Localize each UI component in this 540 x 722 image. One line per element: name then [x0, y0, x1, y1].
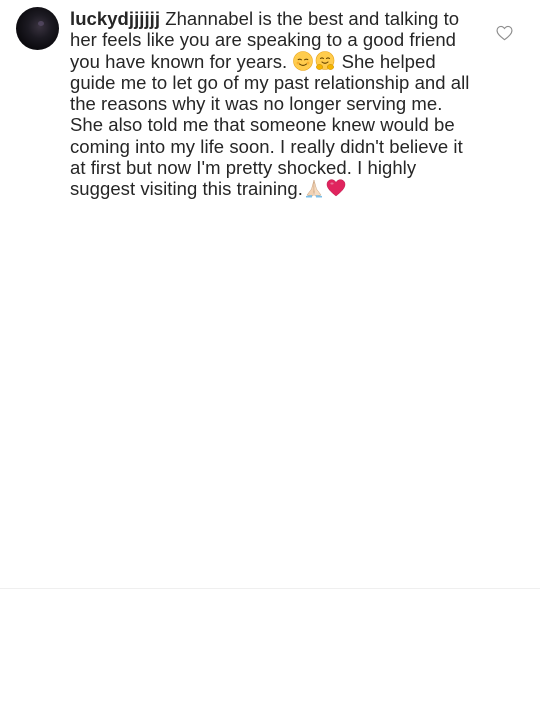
red-heart-emoji-icon: [326, 179, 346, 197]
avatar[interactable]: [16, 7, 59, 50]
hugging-face-emoji-icon: [316, 50, 335, 70]
empty-area: [0, 589, 540, 722]
comment-item: luckydjjjjjj Zhannabel is the best and t…: [0, 0, 540, 588]
comment-paragraph-2: She also told me that someone knew would…: [70, 114, 480, 199]
comment-username[interactable]: luckydjjjjjj: [70, 8, 160, 29]
comment-text-part-3: She also told me that someone knew would…: [70, 114, 463, 200]
relieved-face-emoji-icon: [293, 50, 314, 71]
folded-hands-emoji-icon: [305, 180, 322, 198]
comment-paragraph-1: luckydjjjjjj Zhannabel is the best and t…: [70, 8, 480, 114]
heart-icon[interactable]: [496, 25, 513, 41]
comment-body: luckydjjjjjj Zhannabel is the best and t…: [70, 8, 480, 200]
